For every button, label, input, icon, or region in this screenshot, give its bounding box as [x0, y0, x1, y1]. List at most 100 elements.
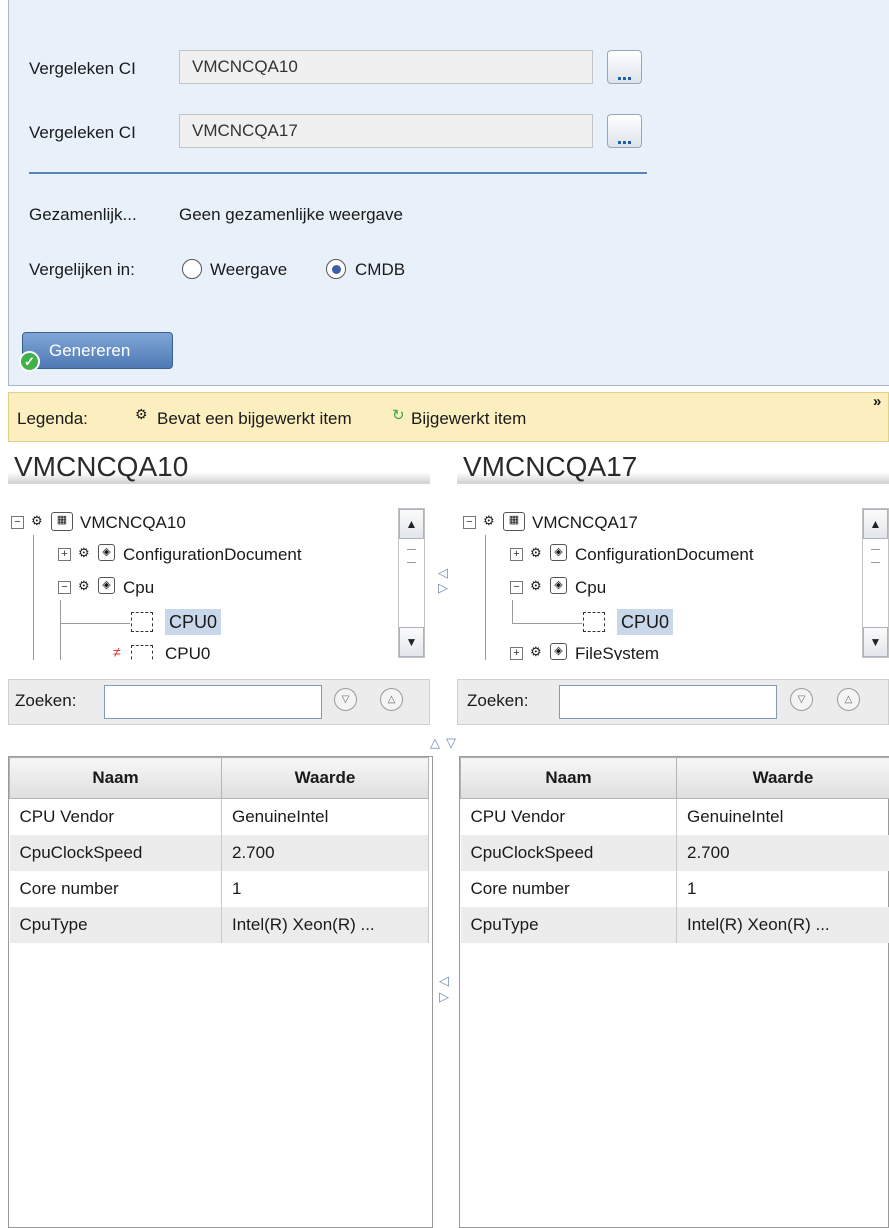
browse-ci-2-button[interactable]: [607, 114, 642, 148]
legend-label: Legenda:: [17, 409, 88, 428]
tree-label-cpu0: CPU0: [165, 609, 222, 635]
browse-ci-1-button[interactable]: [607, 50, 642, 84]
chip-icon: [131, 612, 153, 632]
left-tree-scrollbar[interactable]: ▲ ▼: [398, 508, 425, 658]
left-properties-grid: Naam Waarde CPU Vendor GenuineIntel CpuCl…: [8, 756, 433, 1228]
contains-updated-icon: ⚙: [530, 578, 542, 593]
cell-value: 1: [676, 870, 889, 907]
table-row[interactable]: CpuClockSpeed 2.700: [460, 834, 889, 871]
cell-value: Intel(R) Xeon(R) ...: [676, 906, 889, 943]
collapse-right-icon[interactable]: ▷: [438, 581, 448, 595]
scroll-down-icon[interactable]: ▼: [399, 627, 424, 657]
generate-button[interactable]: Genereren: [22, 332, 173, 369]
compare-in-label: Vergelijken in:: [29, 260, 135, 279]
tree-label-cpu0: CPU0: [617, 609, 674, 635]
cell-value: GenuineIntel: [221, 798, 429, 835]
table-row[interactable]: CPU Vendor GenuineIntel: [9, 798, 429, 835]
collapse-icon[interactable]: −: [510, 581, 523, 594]
radio-view[interactable]: [182, 259, 202, 279]
cell-name: Core number: [9, 870, 222, 907]
cell-name: CpuClockSpeed: [460, 834, 677, 871]
collapse-icon[interactable]: −: [463, 516, 476, 529]
cell-name: Core number: [460, 870, 677, 907]
compared-ci-2-input[interactable]: VMCNCQA17: [179, 114, 593, 148]
col-value-header[interactable]: Waarde: [676, 757, 889, 799]
table-row[interactable]: Core number 1: [9, 870, 429, 907]
check-icon: ✓: [19, 351, 40, 372]
collapse-up-icon[interactable]: △: [430, 736, 440, 750]
table-row[interactable]: CpuClockSpeed 2.700: [9, 834, 429, 871]
cell-name: CpuType: [9, 906, 222, 943]
expand-icon[interactable]: +: [58, 548, 71, 561]
cell-value: 1: [221, 870, 429, 907]
col-value-header[interactable]: Waarde: [221, 757, 429, 799]
cube-icon: ◈: [550, 577, 567, 594]
cell-name: CpuType: [460, 906, 677, 943]
compared-ci-1-label: Vergeleken CI: [29, 59, 136, 78]
left-search-input[interactable]: [104, 685, 322, 719]
left-ci-header: VMCNCQA10: [8, 452, 430, 484]
cell-name: CPU Vendor: [9, 798, 222, 835]
updated-icon: ↻: [392, 407, 405, 424]
scroll-up-icon[interactable]: ▲: [863, 509, 888, 539]
chip-icon: [131, 645, 153, 660]
collapse-icon[interactable]: −: [11, 516, 24, 529]
search-next-icon[interactable]: ▽: [334, 688, 357, 711]
contains-updated-icon: ⚙: [31, 513, 43, 528]
search-prev-icon[interactable]: △: [380, 688, 403, 711]
right-tree-scrollbar[interactable]: ▲ ▼: [862, 508, 889, 658]
radio-cmdb-label: CMDB: [355, 260, 406, 279]
table-row[interactable]: CPU Vendor GenuineIntel: [460, 798, 889, 835]
tree-label-cpu: Cpu: [575, 578, 607, 597]
left-tree: − ⚙ ▦ VMCNCQA10 + ⚙ ◈ ConfigurationDocum…: [8, 500, 430, 660]
tree-label-configdoc: ConfigurationDocument: [575, 545, 754, 564]
expand-icon[interactable]: +: [510, 647, 523, 660]
right-tree: − ⚙ ▦ VMCNCQA17 + ⚙ ◈ ConfigurationDocum…: [460, 500, 860, 660]
legend-item-updated: Bijgewerkt item: [411, 409, 527, 428]
right-search-input[interactable]: [559, 685, 777, 719]
expand-legend-button[interactable]: »: [873, 393, 881, 410]
collapse-icon[interactable]: −: [58, 581, 71, 594]
computer-icon: ▦: [51, 512, 73, 531]
col-name-header[interactable]: Naam: [460, 757, 677, 799]
grid-collapse-left-icon[interactable]: ◁: [439, 974, 449, 988]
cell-name: CPU Vendor: [460, 798, 677, 835]
cell-name: CpuClockSpeed: [9, 834, 222, 871]
tree-label-configdoc: ConfigurationDocument: [123, 545, 302, 564]
compared-ci-1-input[interactable]: VMCNCQA10: [179, 50, 593, 84]
grid-collapse-right-icon[interactable]: ▷: [439, 990, 449, 1004]
shared-view-label: Gezamenlijk...: [29, 205, 137, 224]
table-row[interactable]: CpuType Intel(R) Xeon(R) ...: [460, 906, 889, 943]
contains-updated-icon: ⚙: [135, 406, 148, 422]
right-properties-grid: Naam Waarde CPU Vendor GenuineIntel CpuCl…: [459, 756, 889, 1228]
contains-updated-icon: ⚙: [78, 578, 90, 593]
table-row[interactable]: Core number 1: [460, 870, 889, 907]
shared-view-value: Geen gezamenlijke weergave: [179, 205, 403, 224]
scroll-thumb-grip[interactable]: [407, 549, 416, 563]
collapse-left-icon[interactable]: ◁: [438, 566, 448, 580]
radio-cmdb[interactable]: [326, 259, 346, 279]
tree-label-root: VMCNCQA17: [532, 513, 638, 532]
table-row[interactable]: CpuType Intel(R) Xeon(R) ...: [9, 906, 429, 943]
left-search-label: Zoeken:: [15, 691, 77, 710]
cube-icon: ◈: [98, 544, 115, 561]
chip-icon: [583, 612, 605, 632]
collapse-down-icon[interactable]: ▽: [446, 736, 456, 750]
scroll-thumb-grip[interactable]: [871, 549, 880, 563]
cube-icon: ◈: [98, 577, 115, 594]
right-search-label: Zoeken:: [467, 691, 529, 710]
scroll-up-icon[interactable]: ▲: [399, 509, 424, 539]
cell-value: GenuineIntel: [676, 798, 889, 835]
radio-view-label: Weergave: [210, 260, 288, 279]
legend-item-contains-updated: Bevat een bijgewerkt item: [157, 409, 352, 428]
col-name-header[interactable]: Naam: [9, 757, 222, 799]
tree-label-filesystem: FileSystem: [575, 644, 660, 660]
expand-icon[interactable]: +: [510, 548, 523, 561]
search-prev-icon[interactable]: △: [837, 688, 860, 711]
removed-icon: ≠: [113, 644, 121, 660]
search-next-icon[interactable]: ▽: [790, 688, 813, 711]
right-ci-header: VMCNCQA17: [457, 452, 889, 484]
compared-ci-2-label: Vergeleken CI: [29, 123, 136, 142]
scroll-down-icon[interactable]: ▼: [863, 627, 888, 657]
tree-label-cpu: Cpu: [123, 578, 155, 597]
